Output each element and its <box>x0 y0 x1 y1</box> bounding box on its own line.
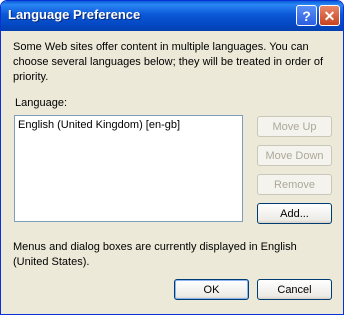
window-title: Language Preference <box>8 7 141 22</box>
remove-button[interactable]: Remove <box>257 174 332 195</box>
dialog-body: Some Web sites offer content in multiple… <box>1 31 343 314</box>
title-bar[interactable]: Language Preference ? ✕ <box>1 1 343 31</box>
language-label: Language: <box>15 97 67 109</box>
help-button[interactable]: ? <box>296 5 317 26</box>
add-button[interactable]: Add... <box>257 203 332 224</box>
cancel-button[interactable]: Cancel <box>257 279 332 300</box>
language-list[interactable]: English (United Kingdom) [en-gb] <box>14 115 243 222</box>
close-button[interactable]: ✕ <box>319 5 340 26</box>
description-text: Some Web sites offer content in multiple… <box>13 41 324 83</box>
move-down-button[interactable]: Move Down <box>257 145 332 166</box>
help-icon: ? <box>302 7 311 24</box>
language-list-item[interactable]: English (United Kingdom) [en-gb] <box>18 119 180 131</box>
language-preference-dialog: Language Preference ? ✕ Some Web sites o… <box>0 0 344 315</box>
move-up-button[interactable]: Move Up <box>257 116 332 137</box>
close-icon: ✕ <box>323 7 336 24</box>
ok-button[interactable]: OK <box>174 279 249 300</box>
display-language-note: Menus and dialog boxes are currently dis… <box>13 241 297 268</box>
